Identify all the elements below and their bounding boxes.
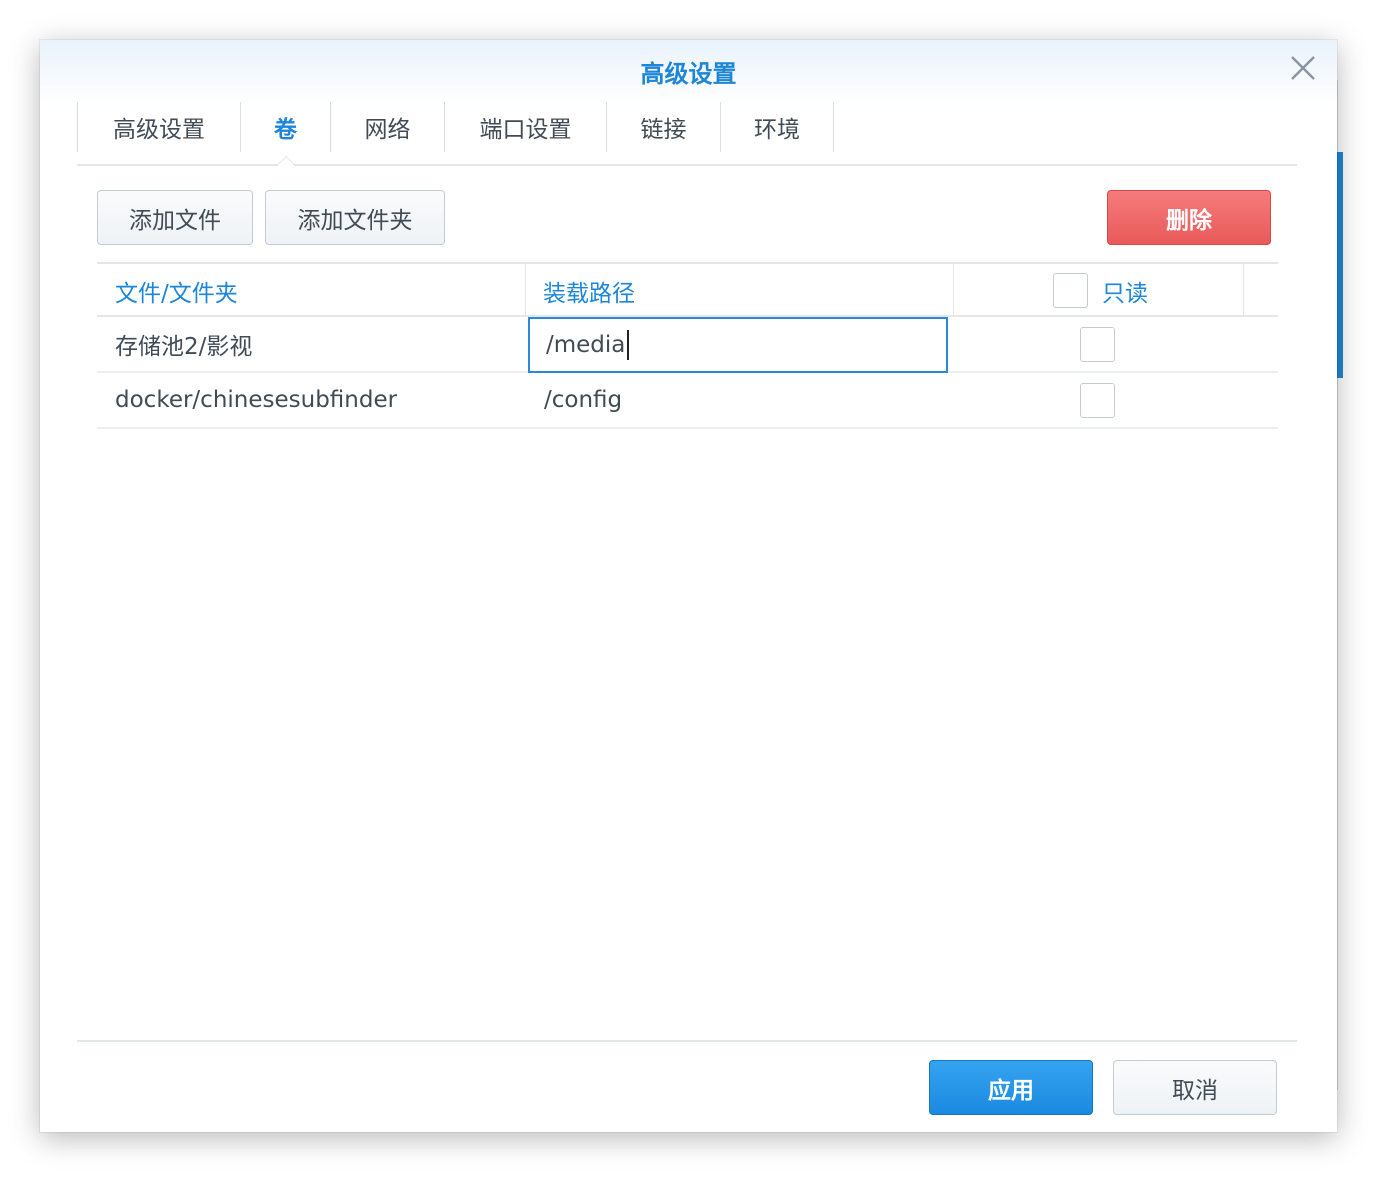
table-row[interactable]: 存储池2/影视 /media <box>97 317 1278 373</box>
column-header-readonly: 只读 <box>1053 264 1148 317</box>
tab-label: 高级设置 <box>113 117 205 143</box>
dialog-title: 高级设置 <box>640 60 737 88</box>
tab-network[interactable]: 网络 <box>330 102 444 152</box>
readonly-checkbox[interactable] <box>1080 382 1115 418</box>
column-header-mount-path[interactable]: 装载路径 <box>543 264 635 317</box>
close-icon <box>1291 56 1315 80</box>
footer-divider <box>77 1040 1297 1042</box>
tab-volume[interactable]: 卷 <box>240 102 330 166</box>
table-header: 文件/文件夹 装载路径 只读 <box>97 262 1278 317</box>
mount-path-input[interactable]: /media <box>528 317 948 373</box>
mount-path-value: /media <box>546 332 626 358</box>
table-row[interactable]: docker/chinesesubfinder /config <box>97 373 1278 429</box>
add-folder-button[interactable]: 添加文件夹 <box>265 190 445 245</box>
apply-button[interactable]: 应用 <box>929 1060 1093 1115</box>
column-header-file[interactable]: 文件/文件夹 <box>115 264 238 317</box>
delete-button[interactable]: 删除 <box>1107 190 1271 245</box>
active-tab-indicator <box>275 156 296 166</box>
dialog-titlebar: 高级设置 <box>40 40 1337 104</box>
select-all-readonly-checkbox[interactable] <box>1053 273 1088 308</box>
mount-path-cell: /config <box>544 387 623 413</box>
background-window-accent <box>1337 152 1343 378</box>
tab-environment[interactable]: 环境 <box>720 102 834 152</box>
tab-port-settings[interactable]: 端口设置 <box>444 102 606 152</box>
file-cell: 存储池2/影视 <box>115 334 253 360</box>
cancel-button[interactable]: 取消 <box>1113 1060 1277 1115</box>
file-cell: docker/chinesesubfinder <box>115 387 398 413</box>
tab-label: 链接 <box>640 117 687 143</box>
text-caret <box>627 330 630 360</box>
advanced-settings-dialog: 高级设置 高级设置 卷 网络 端口设置 链接 环境 添加文件 添加文件夹 删除 … <box>40 40 1337 1132</box>
add-file-button[interactable]: 添加文件 <box>97 190 253 245</box>
column-divider[interactable] <box>1243 264 1244 317</box>
column-divider[interactable] <box>525 264 526 317</box>
tab-label: 环境 <box>754 117 800 143</box>
tab-links[interactable]: 链接 <box>606 102 720 152</box>
readonly-checkbox[interactable] <box>1080 326 1115 362</box>
column-divider[interactable] <box>953 264 954 317</box>
tab-advanced-settings[interactable]: 高级设置 <box>77 102 240 152</box>
volume-table: 文件/文件夹 装载路径 只读 存储池2/影视 /media docker/chi… <box>97 262 1278 429</box>
readonly-cell <box>1080 317 1115 371</box>
readonly-cell <box>1080 373 1115 427</box>
close-button[interactable] <box>1289 54 1317 82</box>
tab-label: 端口设置 <box>479 117 572 143</box>
tab-bar: 高级设置 卷 网络 端口设置 链接 环境 <box>77 102 1297 166</box>
column-header-readonly-label: 只读 <box>1102 280 1148 307</box>
tab-label: 网络 <box>364 117 411 143</box>
tab-label: 卷 <box>274 117 297 143</box>
